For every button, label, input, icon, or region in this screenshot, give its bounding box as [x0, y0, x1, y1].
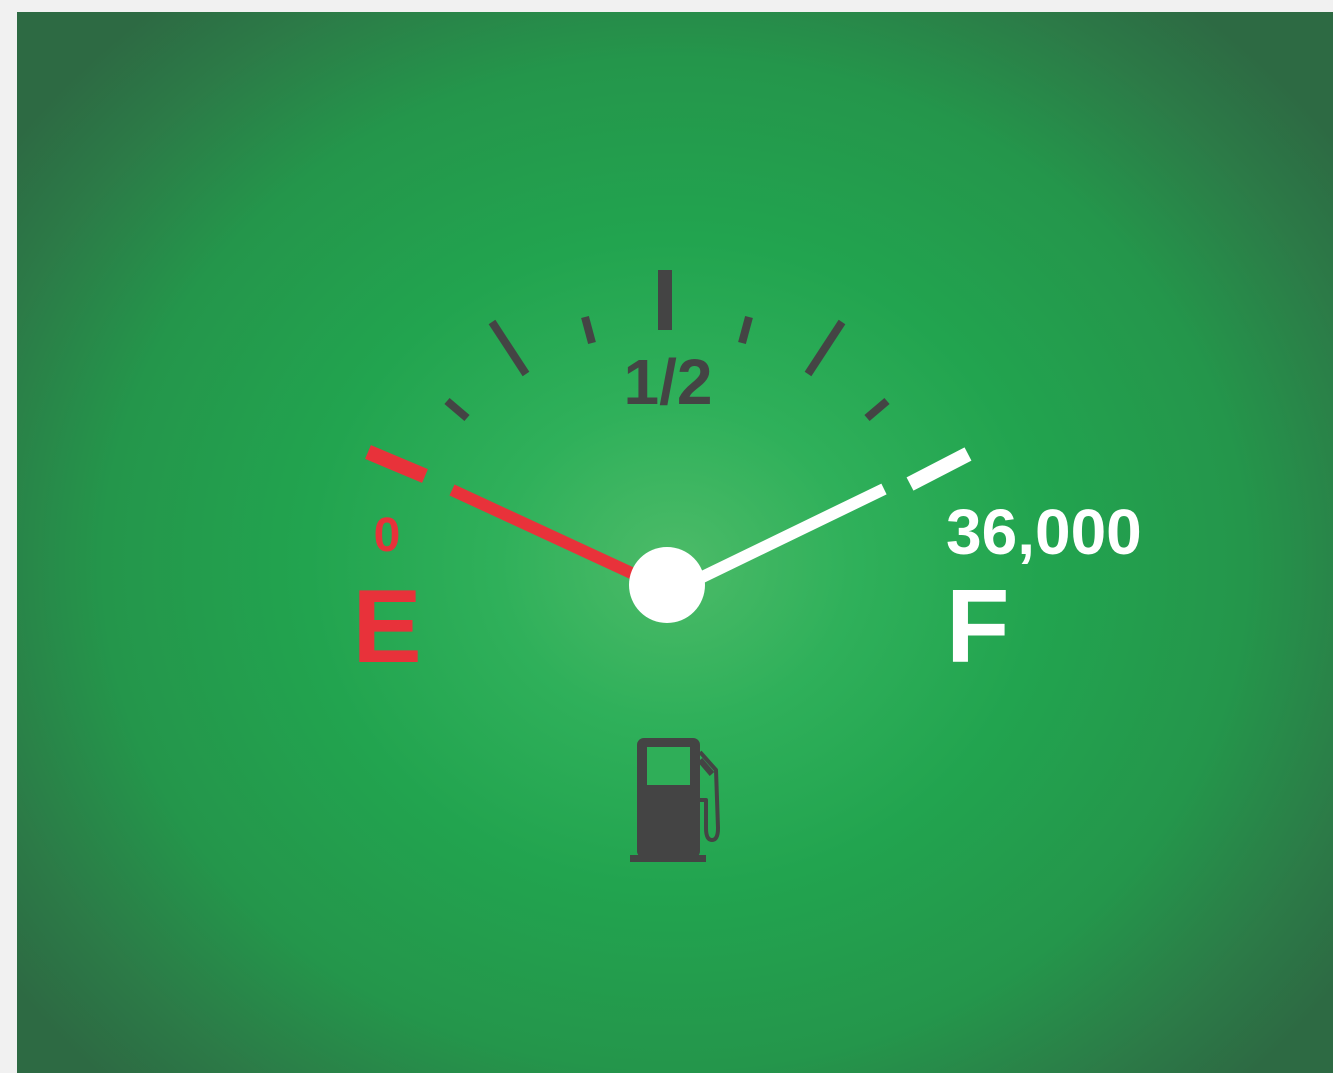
full-value-label: 36,000 [946, 496, 1142, 568]
tick-1-8 [444, 397, 470, 422]
red-needle [449, 484, 643, 583]
full-label: F [946, 569, 1010, 685]
needle-hub [629, 547, 705, 623]
tick-5-8 [738, 315, 753, 345]
tick-7-8 [864, 397, 890, 422]
fuel-gauge: 1/2 0 E 36,000 F [352, 270, 1142, 862]
empty-label: E [352, 569, 421, 685]
tick-full [906, 447, 972, 491]
tick-3-8 [581, 315, 596, 345]
white-needle [687, 483, 887, 589]
fuel-pump-icon [630, 738, 720, 862]
tick-3-4 [804, 319, 846, 377]
tick-empty [365, 445, 428, 483]
empty-value-label: 0 [374, 509, 401, 562]
half-label: 1/2 [624, 346, 713, 418]
tick-1-4 [488, 319, 530, 377]
